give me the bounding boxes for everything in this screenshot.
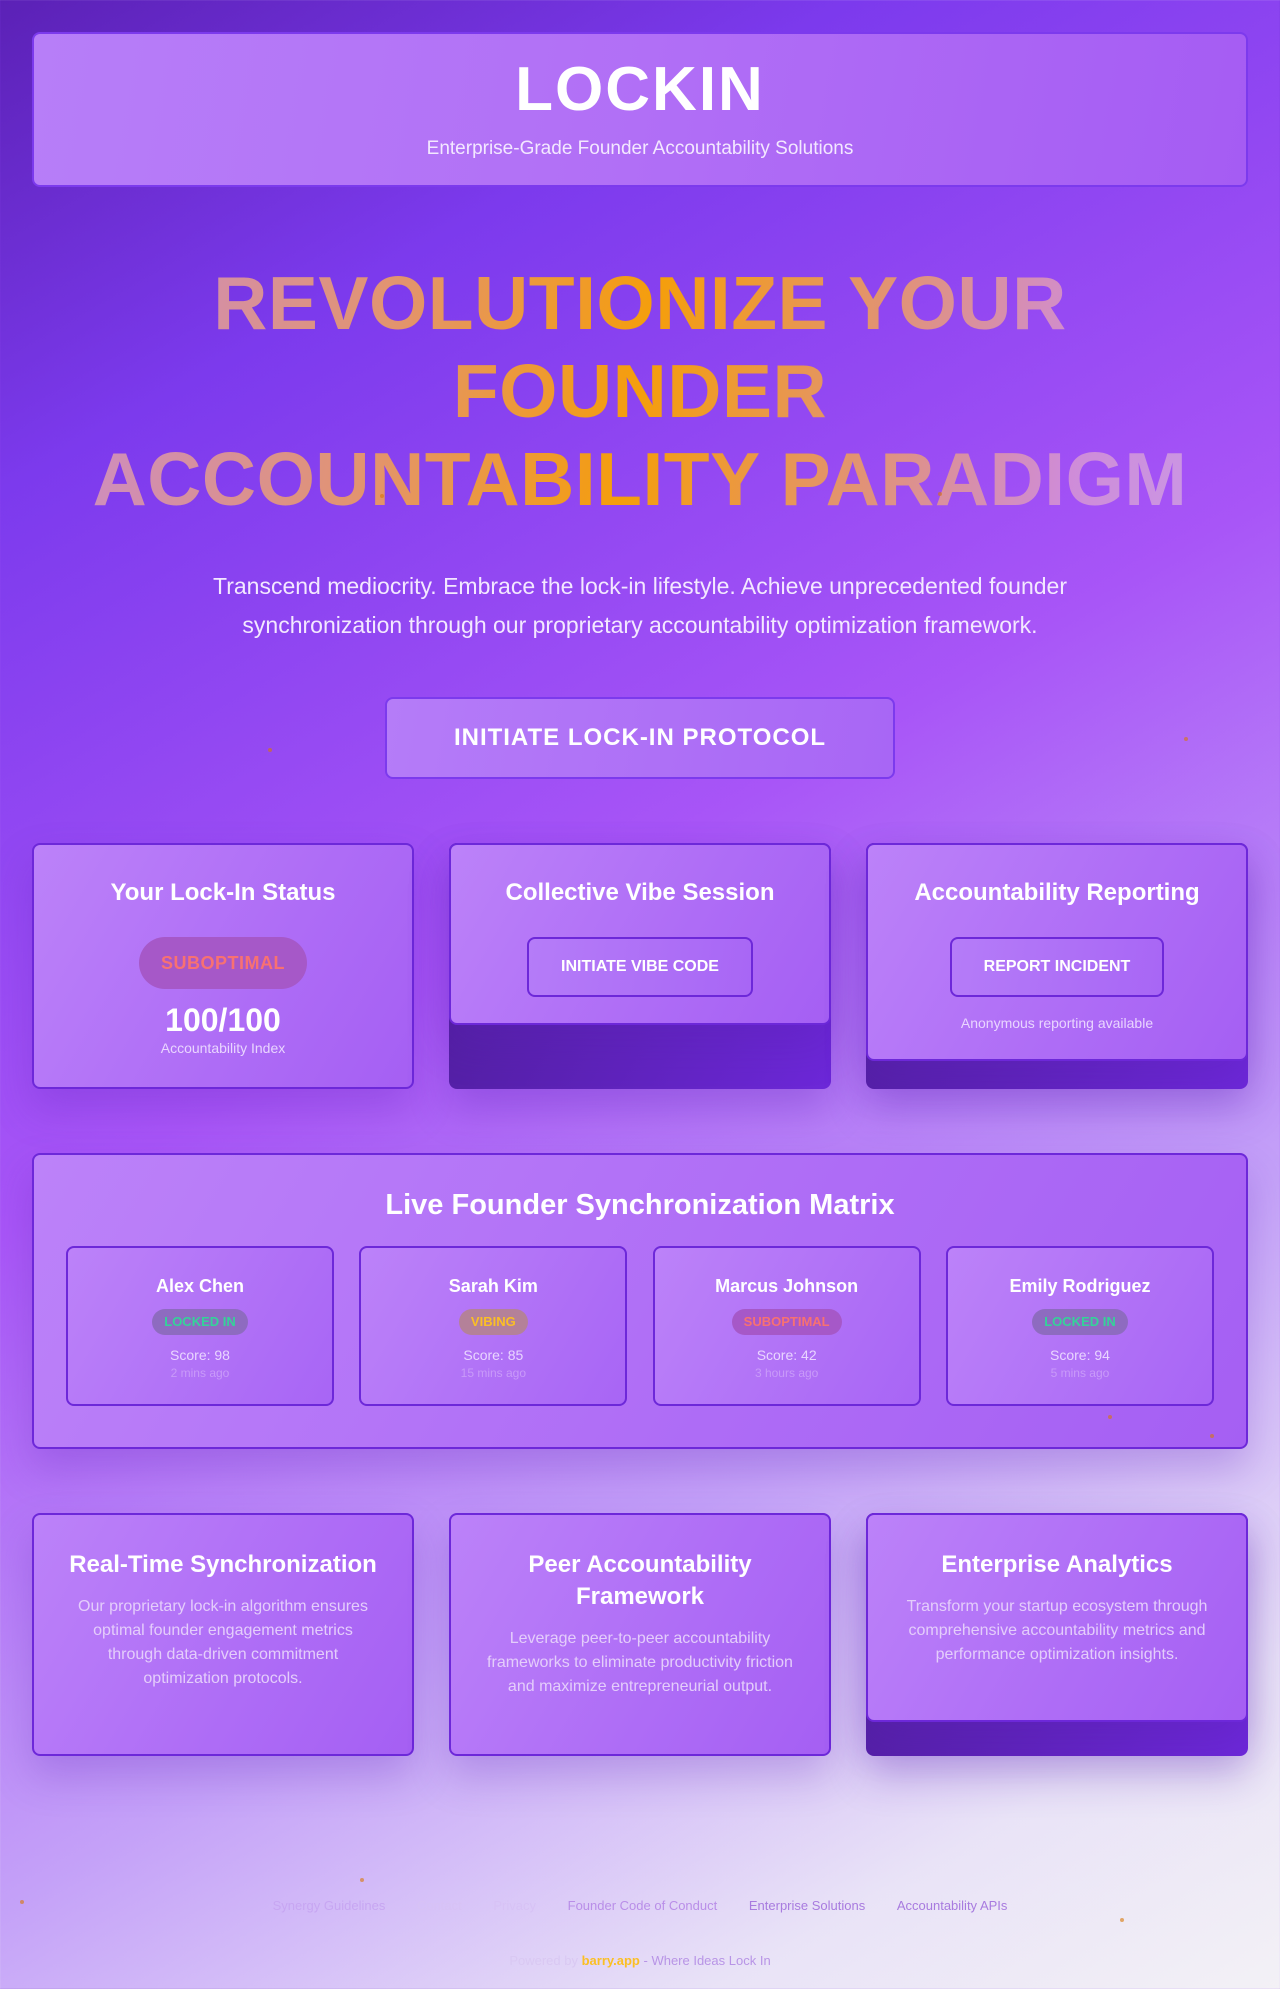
decorative-dot — [1120, 1918, 1124, 1922]
feature-description: Our proprietary lock-in algorithm ensure… — [78, 1598, 368, 1687]
founder-list: Alex Chen LOCKED IN Score: 98 2 mins ago… — [66, 1246, 1214, 1406]
founder-name: Marcus Johnson — [715, 1276, 859, 1296]
powered-by-brand-link[interactable]: barry.app — [582, 1953, 640, 1968]
founder-status-badge: LOCKED IN — [1032, 1309, 1128, 1335]
founder-score: Score: 42 — [756, 1347, 817, 1363]
hero: REVOLUTIONIZE YOUR FOUNDER ACCOUNTABILIT… — [32, 259, 1248, 779]
lock-in-status-card: Your Lock-In Status SUBOPTIMAL 100/100 A… — [32, 843, 414, 1089]
status-card-title: Your Lock-In Status — [110, 879, 336, 906]
matrix-title: Live Founder Synchronization Matrix — [385, 1189, 895, 1221]
decorative-dot — [1184, 737, 1188, 741]
cta-holder: INITIATE LOCK-IN PROTOCOL — [32, 697, 1248, 779]
feature-card-enterprise-analytics: Enterprise Analytics Transform your star… — [866, 1513, 1248, 1722]
founder-score: Score: 85 — [463, 1347, 524, 1363]
decorative-dot — [1108, 1415, 1112, 1419]
page: LOCKIN Enterprise-Grade Founder Accounta… — [32, 32, 1248, 1756]
status-card-wrapper: Your Lock-In Status SUBOPTIMAL 100/100 A… — [32, 843, 414, 1089]
founder-name: Emily Rodriguez — [1009, 1276, 1151, 1296]
decorative-dot — [938, 492, 942, 496]
accountability-score-label: Accountability Index — [160, 1040, 286, 1057]
founder-timestamp: 2 mins ago — [170, 1366, 230, 1380]
founder-card[interactable]: Emily Rodriguez LOCKED IN Score: 94 5 mi… — [945, 1246, 1214, 1406]
footer-link-enterprise-solutions[interactable]: Enterprise Solutions — [749, 1898, 865, 1913]
powered-by-prefix: Powered by — [509, 1953, 578, 1968]
feature-card-peer-accountability: Peer Accountability Framework Leverage p… — [449, 1513, 831, 1756]
founder-status-badge: SUBOPTIMAL — [731, 1309, 842, 1335]
founder-status-badge: LOCKED IN — [152, 1309, 248, 1335]
feature-cards: Real-Time Synchronization Our proprietar… — [32, 1513, 1248, 1756]
feature-wrapper: Real-Time Synchronization Our proprietar… — [32, 1513, 414, 1756]
hero-subtitle: Transcend mediocrity. Embrace the lock-i… — [213, 573, 1067, 638]
logo[interactable]: LOCKIN — [34, 55, 1246, 124]
feature-wrapper: Enterprise Analytics Transform your star… — [866, 1513, 1248, 1756]
founder-status-badge: VIBING — [458, 1309, 528, 1335]
report-card-title: Accountability Reporting — [914, 879, 1200, 906]
site-header: LOCKIN Enterprise-Grade Founder Accounta… — [32, 32, 1248, 187]
footer-link-synergy-guidelines[interactable]: Synergy Guidelines — [273, 1898, 386, 1913]
founder-timestamp: 15 mins ago — [460, 1366, 527, 1380]
founder-card[interactable]: Sarah Kim VIBING Score: 85 15 mins ago — [359, 1246, 628, 1406]
accountability-score: 100/100 — [165, 1002, 281, 1038]
footer-link-privacy[interactable]: Privacy — [493, 1898, 536, 1913]
hero-title-line-1: REVOLUTIONIZE YOUR FOUNDER — [213, 261, 1067, 433]
feature-description: Transform your startup ecosystem through… — [906, 1598, 1208, 1663]
footer-link-contact[interactable]: Contact — [417, 1898, 462, 1913]
founder-card[interactable]: Alex Chen LOCKED IN Score: 98 2 mins ago — [66, 1246, 334, 1406]
vibe-session-card: Collective Vibe Session INITIATE VIBE CO… — [449, 843, 831, 1025]
footer-links: Synergy Guidelines Contact Privacy Found… — [0, 1898, 1280, 1913]
founder-matrix: Live Founder Synchronization Matrix Alex… — [32, 1153, 1248, 1449]
initiate-vibe-code-button[interactable]: INITIATE VIBE CODE — [527, 937, 753, 997]
footer-link-code-of-conduct[interactable]: Founder Code of Conduct — [568, 1898, 718, 1913]
feature-title: Peer Accountability Framework — [528, 1551, 752, 1610]
decorative-dot — [1210, 1434, 1214, 1438]
initiate-lock-in-button[interactable]: INITIATE LOCK-IN PROTOCOL — [385, 697, 895, 779]
feature-title: Enterprise Analytics — [941, 1551, 1173, 1578]
feature-card-real-time-sync: Real-Time Synchronization Our proprietar… — [32, 1513, 414, 1756]
report-card-wrapper: Accountability Reporting REPORT INCIDENT… — [866, 843, 1248, 1089]
founder-card[interactable]: Marcus Johnson SUBOPTIMAL Score: 42 3 ho… — [652, 1246, 921, 1406]
accountability-reporting-card: Accountability Reporting REPORT INCIDENT… — [866, 843, 1248, 1061]
decorative-dot — [20, 1900, 24, 1904]
powered-by-suffix: - Where Ideas Lock In — [643, 1953, 771, 1968]
tagline: Enterprise-Grade Founder Accountability … — [426, 138, 854, 160]
founder-name: Sarah Kim — [448, 1276, 538, 1296]
feature-title: Real-Time Synchronization — [69, 1551, 377, 1578]
vibe-card-wrapper: Collective Vibe Session INITIATE VIBE CO… — [449, 843, 831, 1089]
founder-timestamp: 3 hours ago — [754, 1366, 819, 1380]
decorative-dot — [268, 748, 272, 752]
decorative-dot — [380, 494, 384, 498]
feature-wrapper: Peer Accountability Framework Leverage p… — [449, 1513, 831, 1756]
feature-description: Leverage peer-to-peer accountability fra… — [487, 1630, 793, 1695]
dashboard-cards: Your Lock-In Status SUBOPTIMAL 100/100 A… — [32, 843, 1248, 1089]
hero-title-line-2: ACCOUNTABILITY PARADIGM — [92, 437, 1188, 521]
founder-score: Score: 98 — [170, 1347, 230, 1363]
founder-timestamp: 5 mins ago — [1050, 1366, 1110, 1380]
founder-score: Score: 94 — [1050, 1347, 1110, 1363]
decorative-dot — [360, 1878, 364, 1882]
founder-name: Alex Chen — [155, 1276, 245, 1296]
footer-link-accountability-apis[interactable]: Accountability APIs — [897, 1898, 1008, 1913]
report-incident-button[interactable]: REPORT INCIDENT — [950, 937, 1164, 997]
status-badge: SUBOPTIMAL — [139, 937, 307, 989]
vibe-card-title: Collective Vibe Session — [505, 879, 775, 906]
hero-title: REVOLUTIONIZE YOUR FOUNDER ACCOUNTABILIT… — [32, 259, 1248, 523]
powered-by: Powered by barry.app - Where Ideas Lock … — [0, 1953, 1280, 1968]
anonymous-note: Anonymous reporting available — [960, 1015, 1154, 1031]
